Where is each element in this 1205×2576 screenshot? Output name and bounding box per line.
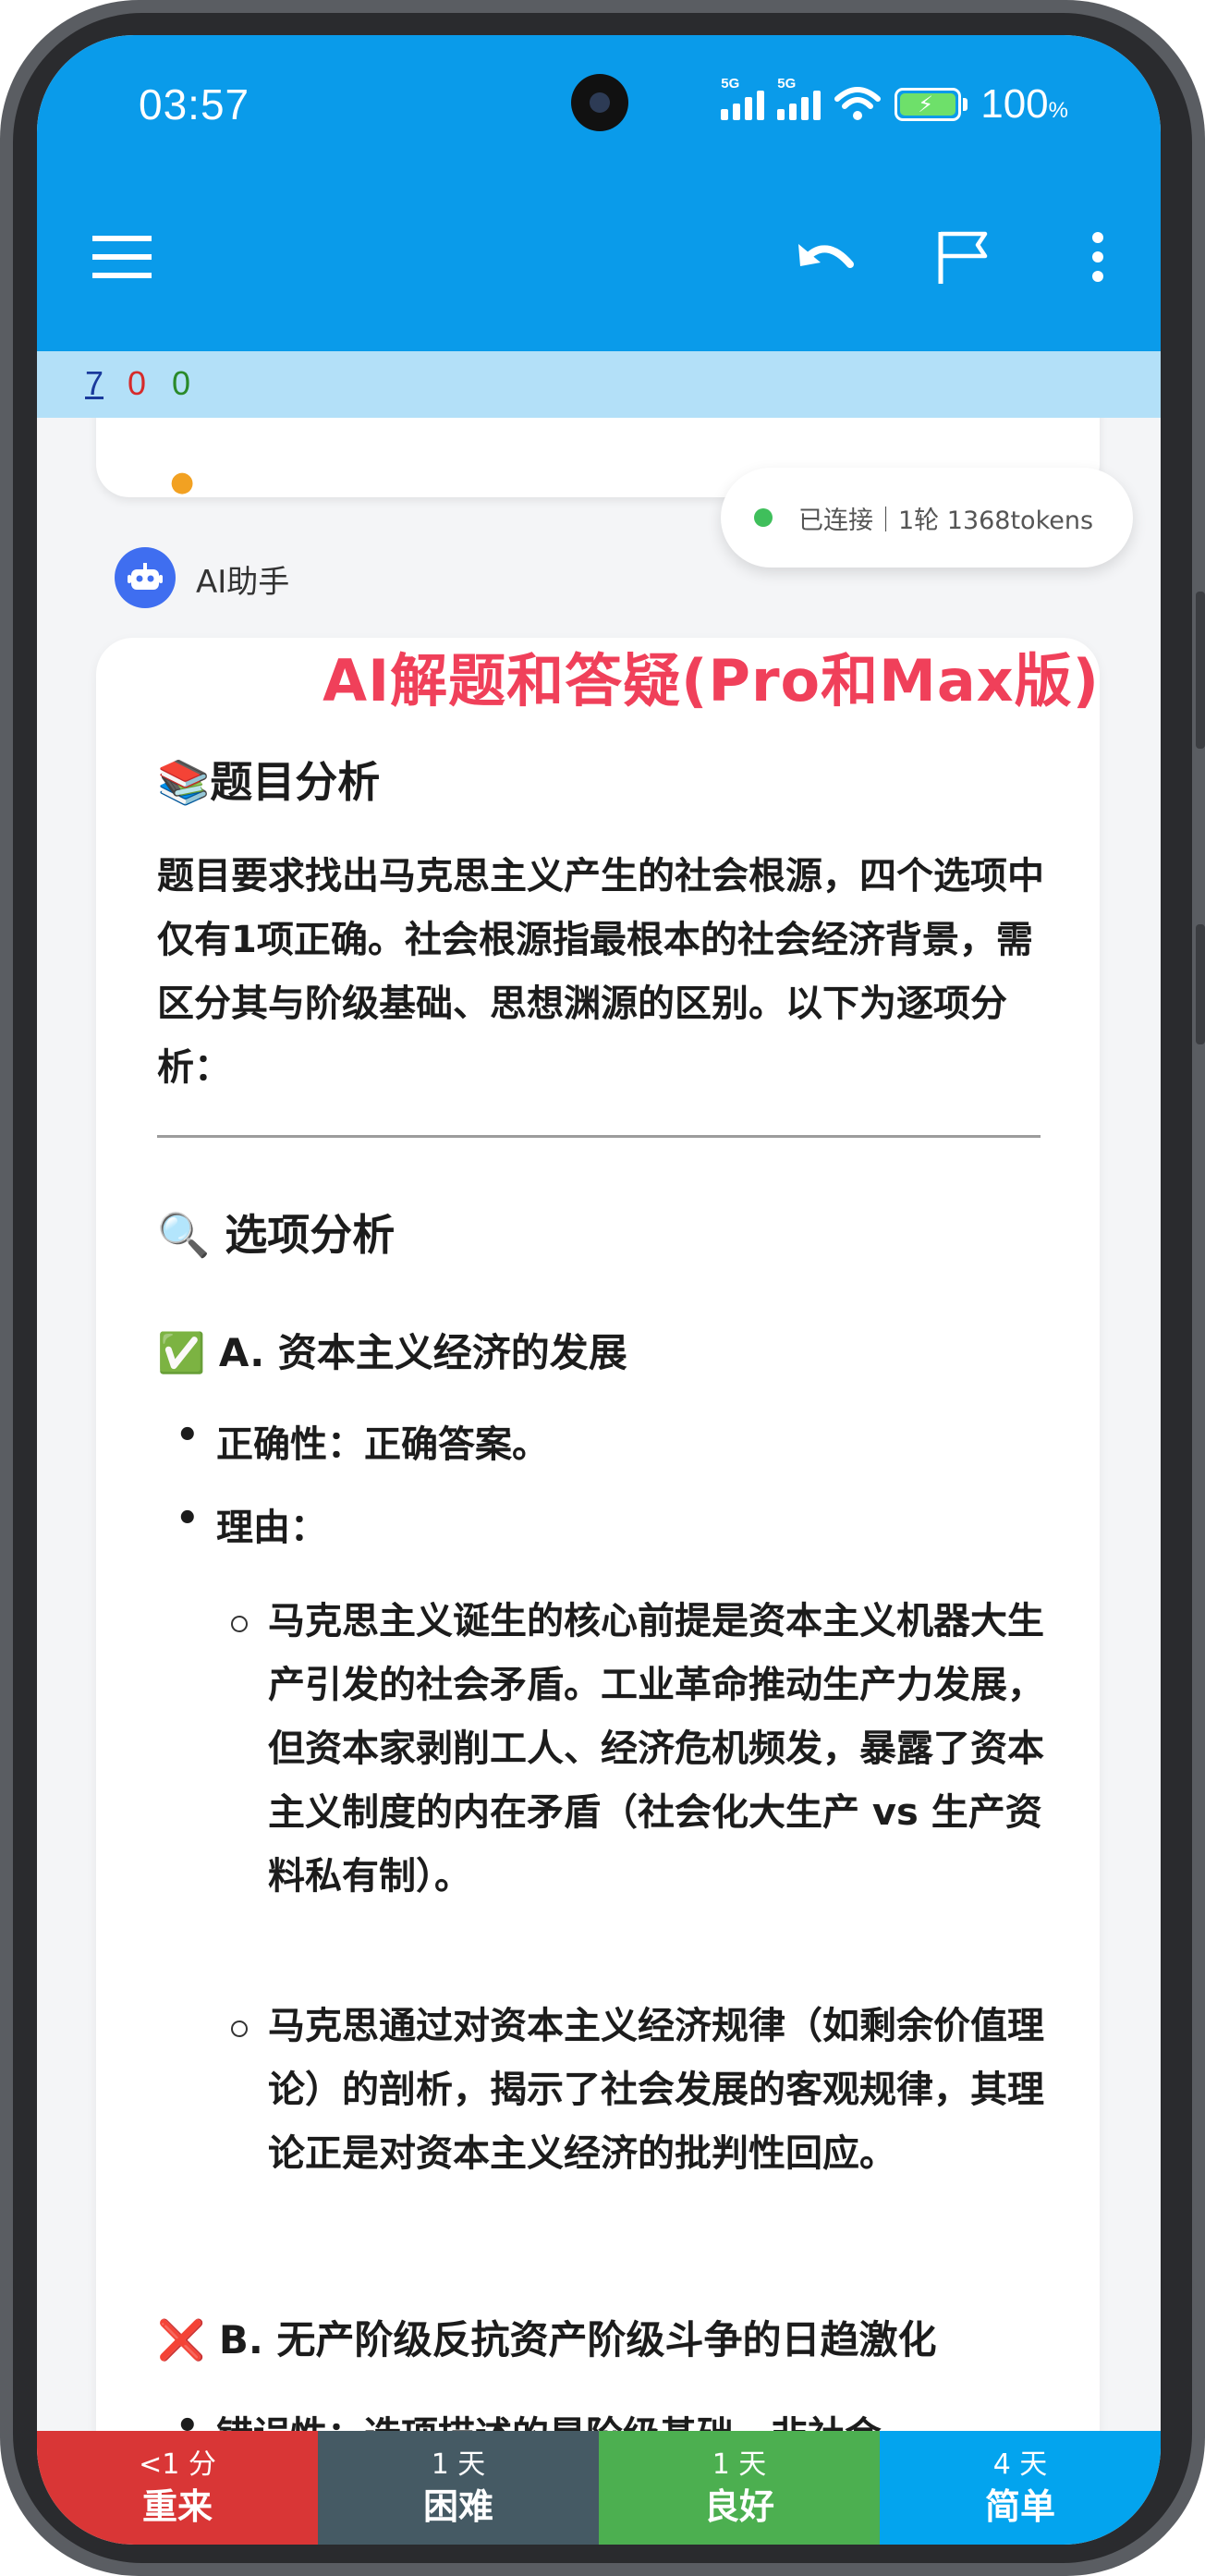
ai-answer-card: AI解题和答疑(Pro和Max版) 📚题目分析 题目要求找出马克思主义产生的社会… (96, 638, 1100, 2431)
analysis-heading: 📚题目分析 (157, 757, 381, 807)
more-vertical-icon[interactable] (1061, 220, 1135, 294)
connection-status-pill: 已连接｜1轮 1368tokens (721, 468, 1133, 568)
circle-bullet (231, 1616, 248, 1632)
good-interval: 1 天 (712, 2448, 767, 2481)
card-counts-bar: 7 0 0 (37, 351, 1161, 418)
divider (157, 1135, 1041, 1138)
new-count: 7 (85, 364, 104, 402)
wifi-icon (834, 87, 882, 120)
option-a-title: ✅ A. 资本主义经济的发展 (157, 1330, 627, 1375)
volume-button (1196, 592, 1205, 749)
options-heading: 🔍 选项分析 (157, 1210, 396, 1260)
battery-tip (963, 98, 968, 111)
option-b-partial: 错误性：选项描述的是阶级基础，非社会 (176, 2405, 882, 2431)
status-time: 03:57 (139, 80, 250, 128)
option-a-reason-label: 理由： (176, 1497, 327, 1551)
good-button[interactable]: 1 天 良好 (599, 2431, 880, 2545)
status-icons: 5G 5G ⚡ 100% (721, 76, 1068, 128)
assistant-name: AI助手 (196, 564, 290, 601)
undo-icon[interactable] (789, 220, 863, 294)
network-type-label: 5G (721, 76, 740, 92)
hard-button[interactable]: 1 天 困难 (318, 2431, 599, 2545)
easy-interval: 4 天 (992, 2448, 1048, 2481)
again-label: 重来 (141, 2485, 213, 2527)
again-interval: <1 分 (139, 2448, 216, 2481)
again-button[interactable]: <1 分 重来 (37, 2431, 318, 2545)
connection-status-text: 已连接｜1轮 1368tokens (798, 506, 1094, 535)
signal-icon: 5G (721, 76, 765, 120)
option-a-reason-1: 马克思主义诞生的核心前提是资本主义机器大生产引发的社会矛盾。工业革命推动生产力发… (231, 1590, 1053, 1909)
battery-percent: 100% (980, 81, 1068, 127)
easy-button[interactable]: 4 天 简单 (880, 2431, 1161, 2545)
battery-icon: ⚡ (895, 88, 962, 121)
power-button (1196, 924, 1205, 1044)
analysis-paragraph: 题目要求找出马克思主义产生的社会根源，四个选项中仅有1项正确。社会根源指最根本的… (157, 855, 1044, 1089)
app-bar: 03:57 5G 5G ⚡ 100% (37, 35, 1161, 351)
signal-icon-2: 5G (777, 76, 822, 120)
robot-icon (128, 563, 163, 590)
learning-count: 0 (128, 364, 147, 402)
easy-label: 简单 (984, 2485, 1055, 2527)
network-type-label-2: 5G (777, 76, 797, 92)
option-a-reason-2: 马克思通过对资本主义经济规律（如剩余价值理论）的剖析，揭示了社会发展的客观规律，… (231, 1995, 1053, 2186)
front-camera (571, 74, 628, 131)
phone-screen: 03:57 5G 5G ⚡ 100% 7 0 0 ● 已连接｜1轮 1368to… (37, 35, 1161, 2545)
circle-bullet (231, 2021, 248, 2037)
hard-label: 困难 (422, 2485, 493, 2527)
ai-avatar (115, 547, 176, 608)
flag-icon[interactable] (926, 220, 1000, 294)
chat-area[interactable]: ● 已连接｜1轮 1368tokens AI助手 AI解题和答疑(Pro和Max… (37, 418, 1161, 2431)
option-a-correctness: 正确性：正确答案。 (176, 1414, 549, 1468)
menu-icon[interactable] (85, 220, 159, 294)
good-label: 良好 (703, 2485, 774, 2527)
connected-dot-icon (754, 508, 773, 527)
hard-interval: 1 天 (431, 2448, 486, 2481)
review-count: 0 (172, 364, 191, 402)
bulb-icon: ● (170, 466, 195, 498)
option-b-title: ❌ B. 无产阶级反抗资产阶级斗争的日趋激化 (157, 2317, 937, 2362)
promo-overlay-text: AI解题和答疑(Pro和Max版) (323, 647, 1100, 714)
grade-buttons: <1 分 重来 1 天 困难 1 天 良好 4 天 简单 (37, 2431, 1161, 2545)
